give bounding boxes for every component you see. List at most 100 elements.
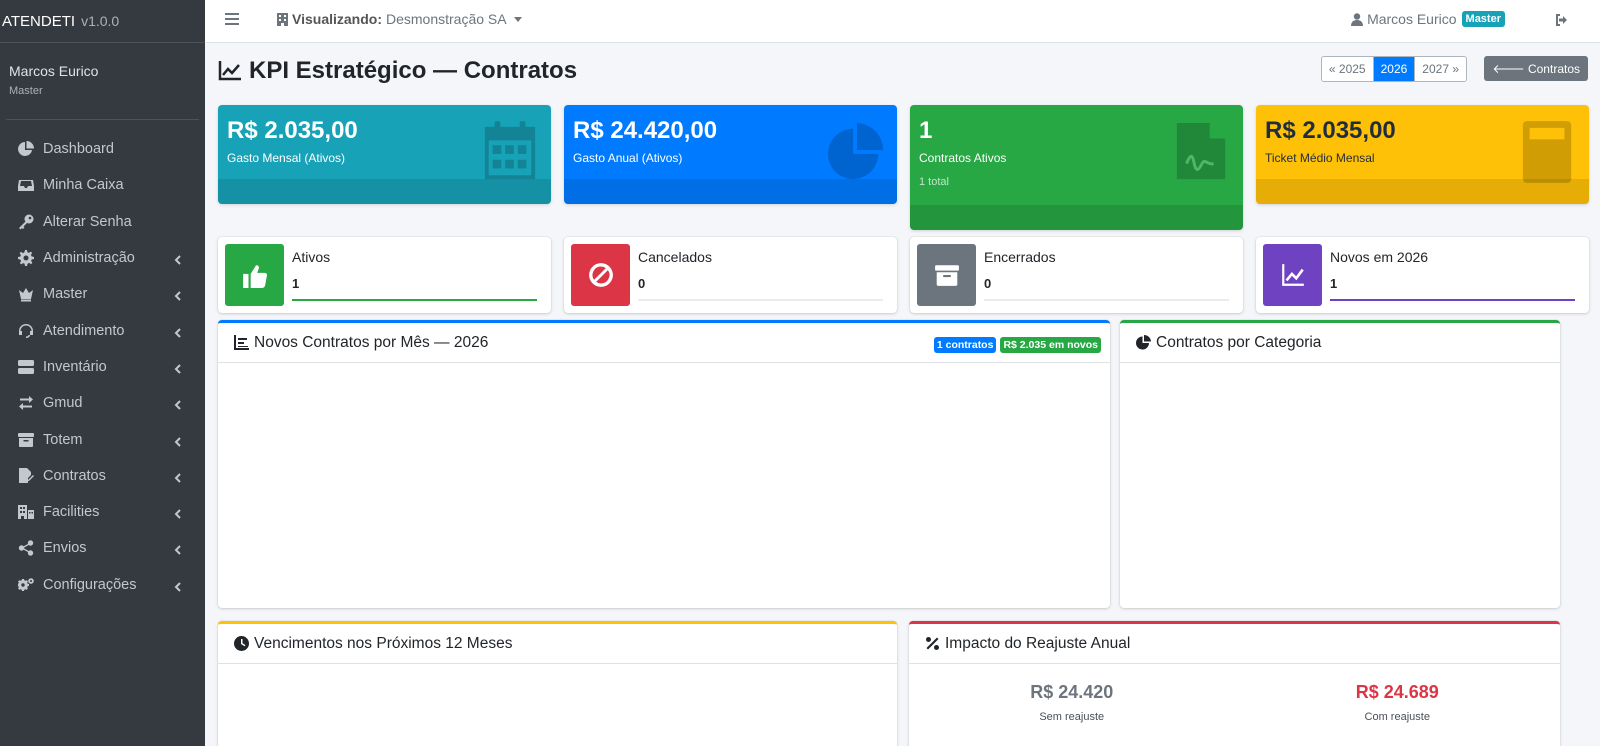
page-title-text: KPI Estratégico — Contratos [249,57,578,84]
sidebar-item-label: Administração [43,250,135,267]
building-icon [17,503,35,521]
file-signature-icon [17,467,35,485]
user-icon [1351,12,1364,26]
without-adjustment-label: Sem reajuste [1039,711,1105,723]
sidebar-item-label: Alterar Senha [43,213,132,230]
year-prev-button[interactable]: « 2025 [1321,57,1374,81]
sidebar-item-gmud[interactable]: Gmud [0,385,205,421]
count-badge: 1 contratos [933,337,997,353]
summary-box: R$ 2.035,00 Gasto Mensal (Ativos) [218,105,551,204]
top-user-name: Marcos Eurico [1367,11,1457,27]
with-adjustment-value: R$ 24.689 [1355,682,1439,702]
sidebar-item-label: Dashboard [43,141,114,158]
sidebar-item-dashboard[interactable]: Dashboard [0,131,205,167]
logout-icon[interactable] [1554,12,1570,28]
sidebar-item-alterar-senha[interactable]: Alterar Senha [0,204,205,240]
sidebar-item-inventario[interactable]: Inventário [0,349,205,385]
year-current-button[interactable]: 2026 [1373,57,1416,81]
company-selector[interactable]: Visualizando: Desmonstração SA [277,11,522,27]
chevron-left-icon [173,289,183,302]
sidebar-item-facilities[interactable]: Facilities [0,494,205,530]
status-progress [984,299,1229,301]
exchange-icon [17,394,35,412]
role-badge: Master [1461,11,1505,27]
chevron-down-icon [513,16,522,22]
card-header: Vencimentos nos Próximos 12 Meses [218,624,897,664]
status-label: Ativos [292,249,331,265]
status-label: Novos em 2026 [1330,249,1429,265]
sidebar-item-label: Contratos [43,467,106,484]
chart-line-icon [218,61,241,81]
sidebar-item-label: Configurações [43,576,137,593]
status-box: Ativos 1 [218,237,551,313]
value-badge: R$ 2.035 em novos [1000,337,1101,353]
calculator-icon [1519,121,1577,183]
brand[interactable]: ATENDETI v1.0.0 [0,0,205,43]
chevron-left-icon [173,507,183,519]
calendar-icon [481,121,539,183]
sidebar-item-label: Inventário [43,358,107,375]
sidebar-item-label: Gmud [43,395,83,412]
year-selector: « 2025 2026 2027 » [1320,56,1467,82]
status-progress [638,299,883,301]
back-button-label: Contratos [1527,62,1580,76]
chevron-left-icon [173,253,183,265]
chevron-left-icon [173,326,183,338]
gear-icon [17,249,35,267]
status-count: 1 [1330,276,1338,291]
card-header: Impacto do Reajuste Anual [909,624,1560,664]
sidebar-item-label: Atendimento [43,322,125,339]
sidebar-user-name[interactable]: Marcos Eurico [9,63,196,79]
pie-chart-icon [1136,335,1151,350]
crown-icon [17,285,35,303]
year-next-button[interactable]: 2027 » [1415,57,1466,81]
chevron-left-icon [173,580,183,592]
sidebar-item-envios[interactable]: Envios [0,530,205,566]
status-box: Cancelados 0 [564,237,897,313]
cogs-icon [17,576,35,594]
sidebar-item-minha-caixa[interactable]: Minha Caixa [0,167,205,203]
status-label: Cancelados [638,249,712,265]
sidebar-item-configuracoes[interactable]: Configurações [0,567,205,603]
card-title: Vencimentos nos Próximos 12 Meses [254,634,513,652]
chevron-left-icon [173,398,183,410]
archive-icon [917,244,976,306]
status-box: Encerrados 0 [910,237,1243,313]
status-count: 1 [292,276,300,291]
status-count: 0 [984,276,992,291]
top-user[interactable]: Marcos Eurico Master [1351,11,1505,27]
inbox-icon [17,176,35,194]
card-title: Novos Contratos por Mês — 2026 [254,333,489,351]
clock-icon [234,636,249,651]
chart-pie-icon [17,140,35,158]
due-dates-card: Vencimentos nos Próximos 12 Meses [218,621,897,746]
card-title: Contratos por Categoria [1156,333,1322,351]
sidebar-item-atendimento[interactable]: Atendimento [0,312,205,348]
building-icon [277,12,288,26]
menu-toggle-icon[interactable] [225,13,239,27]
sidebar-item-totem[interactable]: Totem [0,421,205,457]
pie-chart-icon [827,121,885,183]
summary-box: R$ 24.420,00 Gasto Anual (Ativos) [564,105,897,204]
sidebar-item-label: Master [43,286,88,303]
view-value: Desmonstração SA [385,11,507,27]
sidebar-item-master[interactable]: Master [0,276,205,312]
with-adjustment-label: Com reajuste [1364,711,1430,723]
sidebar-user-role: Master [9,85,43,97]
summary-box: R$ 2.035,00 Ticket Médio Mensal [1256,105,1589,204]
chart-bar-icon [234,335,249,350]
monthly-contracts-card: Novos Contratos por Mês — 2026 1 contrat… [218,320,1110,608]
without-adjustment-value: R$ 24.420 [1030,682,1114,702]
sidebar-item-administracao[interactable]: Administração [0,240,205,276]
summary-box: 1 Contratos Ativos 1 total [910,105,1243,230]
sidebar-item-contratos[interactable]: Contratos [0,458,205,494]
status-progress [292,299,537,301]
status-label: Encerrados [984,249,1056,265]
with-adjustment: R$ 24.689 Com reajuste [1235,682,1561,723]
key-icon [17,213,35,231]
server-icon [17,358,35,376]
status-count: 0 [638,276,646,291]
back-to-contracts-button[interactable]: 🡐 Contratos [1484,56,1588,81]
sidebar-item-label: Totem [43,431,83,448]
card-title: Impacto do Reajuste Anual [945,634,1131,652]
